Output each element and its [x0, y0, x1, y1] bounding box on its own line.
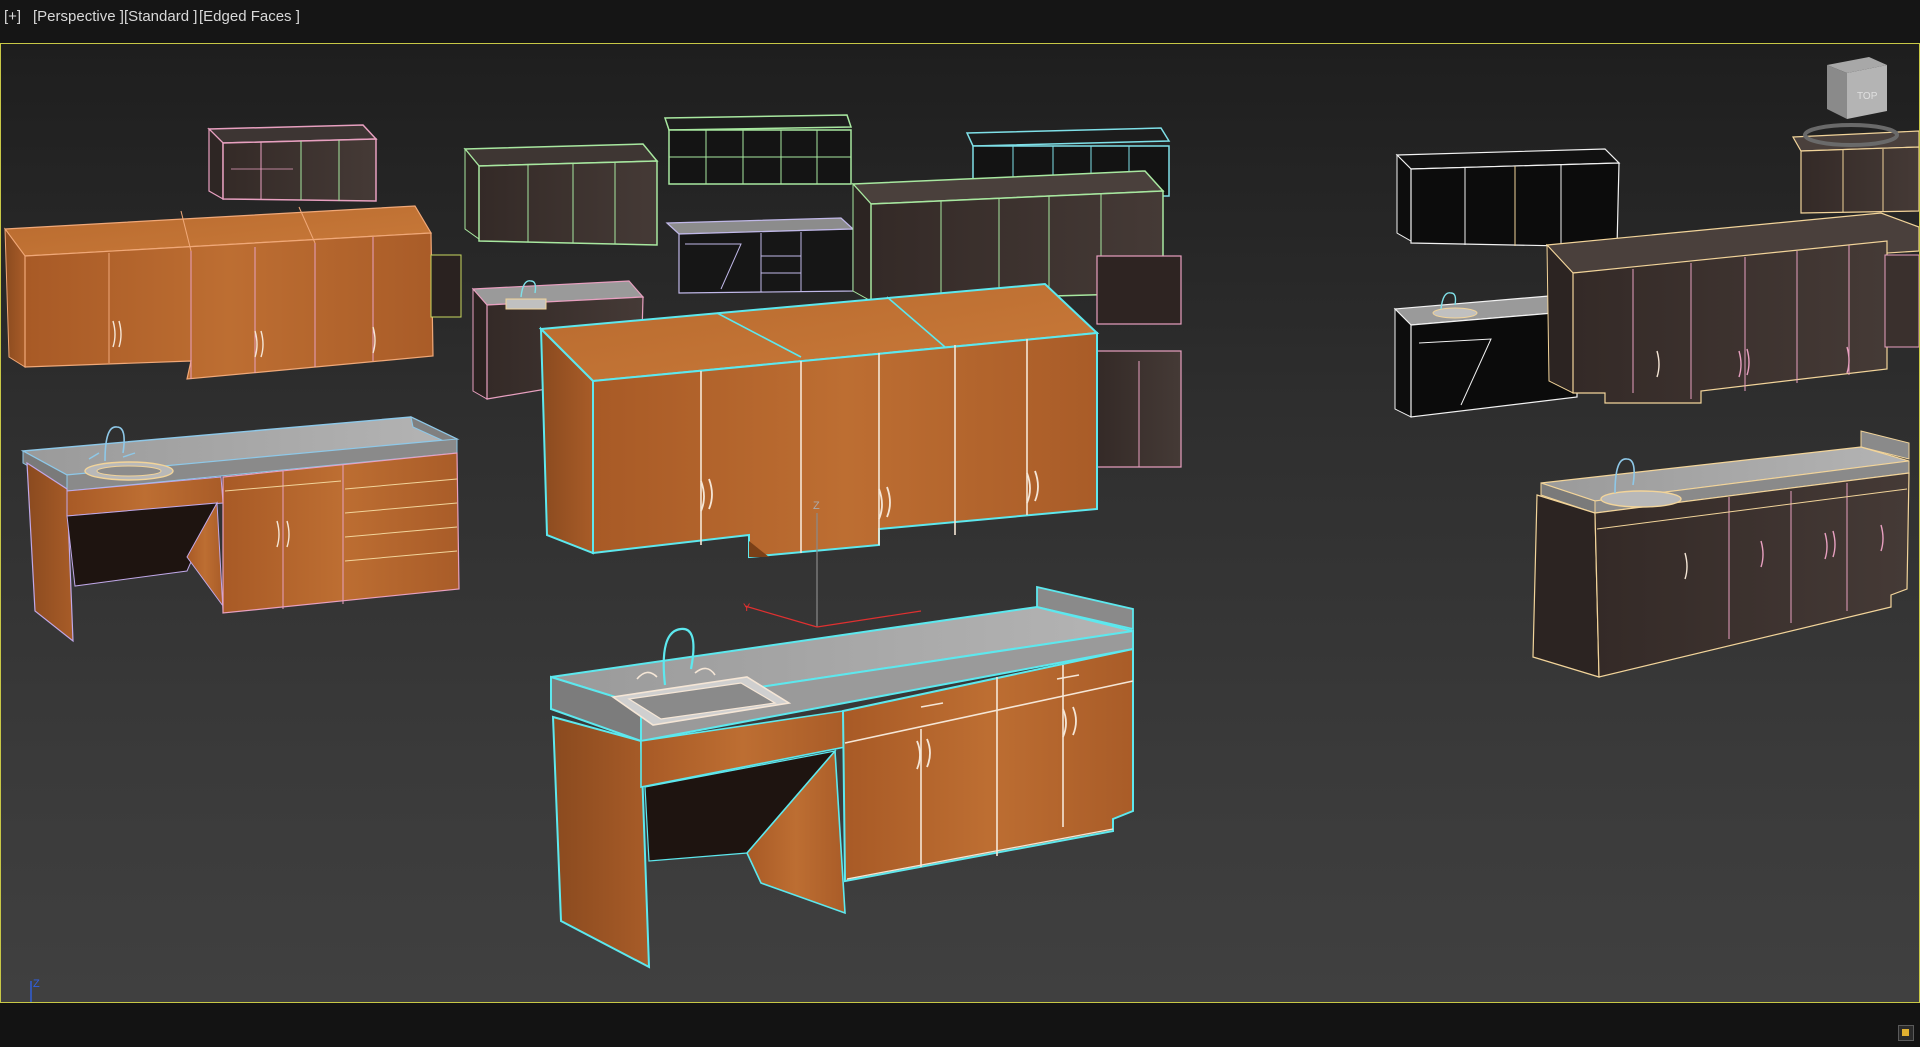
perspective-viewport[interactable]: Z Y TOP Z — [0, 43, 1920, 1003]
3ds-max-viewport-window: [+] [Perspective ] [Standard ] [Edged Fa… — [0, 0, 1920, 1047]
selected-wall-cabinet-wood[interactable] — [538, 282, 1100, 559]
scene-canvas[interactable]: Z Y TOP Z — [1, 44, 1919, 1002]
base-cabinet-pink-dark[interactable] — [1096, 255, 1182, 468]
base-cabinet-lavender-open[interactable] — [665, 217, 855, 294]
sink-base-wood-left[interactable] — [20, 416, 460, 643]
selected-sink-base-wood[interactable] — [550, 585, 1134, 969]
tall-wall-cabinet-dark-right[interactable] — [1545, 212, 1919, 404]
viewport-display-menu[interactable]: [Edged Faces ] — [199, 8, 300, 25]
axis-tripod-icon: Z X — [30, 978, 40, 1002]
viewport-label-bar: [+] [Perspective ] [Standard ] [Edged Fa… — [0, 0, 1920, 42]
gizmo-z-label: Z — [813, 500, 820, 512]
maximize-icon[interactable] — [1898, 1025, 1914, 1041]
wall-cabinet-black-right[interactable] — [1395, 148, 1621, 248]
wall-cabinet-wood-left[interactable] — [3, 205, 462, 380]
wall-cabinet-green-open[interactable] — [663, 114, 853, 185]
wall-cabinet-green-left[interactable] — [463, 143, 659, 246]
wall-cabinet-small-pink[interactable] — [207, 124, 378, 202]
viewcube-face-label: TOP — [1857, 91, 1878, 102]
sink-base-dark-right[interactable] — [1532, 430, 1910, 678]
viewport-bottom-strip — [0, 1003, 1920, 1047]
gizmo-y-label: Y — [743, 602, 751, 614]
viewport-point-of-view-menu[interactable]: [Perspective ] — [33, 8, 124, 25]
viewport-general-menu[interactable]: [+] — [4, 8, 21, 25]
tripod-z-label: Z — [33, 978, 40, 990]
viewcube-icon[interactable]: TOP — [1803, 57, 1899, 147]
viewport-shading-menu[interactable]: [Standard ] — [124, 8, 197, 25]
